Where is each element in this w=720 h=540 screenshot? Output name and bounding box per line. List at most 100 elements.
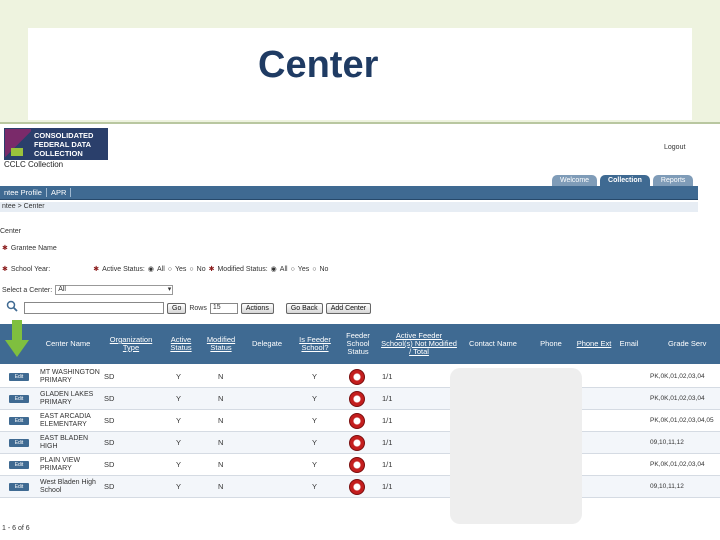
required-mark: ✱ xyxy=(208,266,215,273)
logo-line: CONSOLIDATED xyxy=(34,131,94,140)
status-icon[interactable] xyxy=(349,413,365,429)
radio-modified-no[interactable]: ○ xyxy=(312,266,316,273)
add-center-button[interactable]: Add Center xyxy=(325,302,372,314)
col-center-name[interactable]: Center Name xyxy=(38,324,98,364)
status-icon[interactable] xyxy=(349,457,365,473)
cell-modified-status: N xyxy=(218,438,224,447)
app-screenshot: CONSOLIDATED FEDERAL DATA COLLECTION CCL… xyxy=(0,122,720,540)
radio-active-all[interactable]: ◉ xyxy=(148,265,154,273)
cell-modified-status: N xyxy=(218,416,224,425)
cell-center-name: MT WASHINGTON PRIMARY xyxy=(40,369,100,384)
cell-is-feeder-school: Y xyxy=(312,394,318,403)
rows-select[interactable]: 15 xyxy=(209,302,238,314)
go-back-button[interactable]: Go Back xyxy=(285,302,323,314)
cell-active-status: Y xyxy=(176,460,182,469)
nav-grantee-profile[interactable]: ntee Profile xyxy=(0,188,47,197)
cell-active-status: Y xyxy=(176,416,182,425)
navbar: ntee Profile APR xyxy=(0,186,698,200)
table-row: Edit PLAIN VIEW PRIMARY SD Y N Y 1/1 PK,0K,01,0… xyxy=(0,454,720,476)
tab-welcome[interactable]: Welcome xyxy=(552,175,598,186)
option-label: Yes xyxy=(174,265,187,273)
col-email[interactable]: Email xyxy=(612,324,646,364)
cell-feeder-ratio: 1/1 xyxy=(382,416,393,425)
cell-modified-status: N xyxy=(218,394,224,403)
edit-button[interactable]: Edit xyxy=(9,439,29,447)
edit-button[interactable]: Edit xyxy=(9,417,29,425)
top-tabs: Welcome Collection Reports xyxy=(552,175,694,186)
breadcrumb: ntee > Center xyxy=(0,202,698,212)
option-label: All xyxy=(279,265,288,273)
cell-grade-serv: 09,10,11,12 xyxy=(650,439,684,446)
status-icon[interactable] xyxy=(349,369,365,385)
cell-center-name: West Bladen High School xyxy=(40,479,96,494)
cell-organization-type: SD xyxy=(104,394,115,403)
search-input[interactable] xyxy=(24,302,164,314)
col-grade-serv[interactable]: Grade Serv xyxy=(668,324,720,364)
col-phone[interactable]: Phone xyxy=(530,324,572,364)
cell-organization-type: SD xyxy=(104,416,115,425)
col-active-status[interactable]: Active Status xyxy=(163,324,199,364)
tab-reports[interactable]: Reports xyxy=(652,175,694,186)
edit-button[interactable]: Edit xyxy=(9,373,29,381)
cell-center-name: PLAIN VIEW PRIMARY xyxy=(40,457,81,472)
cell-grade-serv: PK,0K,01,02,03,04 xyxy=(650,373,705,380)
edit-button[interactable]: Edit xyxy=(9,483,29,491)
cell-feeder-ratio: 1/1 xyxy=(382,482,393,491)
select-center-dropdown[interactable]: All xyxy=(55,285,174,295)
redacted-contact-area xyxy=(450,368,582,524)
cell-active-status: Y xyxy=(176,482,182,491)
modified-status-label: Modified Status: xyxy=(217,265,268,273)
cell-feeder-ratio: 1/1 xyxy=(382,460,393,469)
status-icon[interactable] xyxy=(349,479,365,495)
radio-active-no[interactable]: ○ xyxy=(189,266,193,273)
cell-feeder-ratio: 1/1 xyxy=(382,438,393,447)
rows-label: Rows xyxy=(189,304,207,312)
cell-is-feeder-school: Y xyxy=(312,460,318,469)
col-organization-type[interactable]: Organization Type xyxy=(102,324,160,364)
table-body: Edit MT WASHINGTON PRIMARY SD Y N Y 1/1 PK,0K,0… xyxy=(0,366,720,524)
school-year-label: School Year: xyxy=(10,265,51,273)
cell-center-name: EAST ARCADIA ELEMENTARY xyxy=(40,413,91,428)
grantee-name-label: Grantee Name xyxy=(10,244,57,252)
nav-apr[interactable]: APR xyxy=(47,188,72,197)
tab-collection[interactable]: Collection xyxy=(600,175,650,186)
go-button[interactable]: Go xyxy=(167,302,187,314)
grantee-name-row: ✱ Grantee Name xyxy=(2,244,57,253)
status-icon[interactable] xyxy=(349,435,365,451)
actions-button[interactable]: Actions xyxy=(240,302,274,314)
col-modified-status[interactable]: Modified Status xyxy=(200,324,242,364)
col-feeder-school-status[interactable]: Feeder School Status xyxy=(340,324,376,364)
cell-grade-serv: 09,10,11,12 xyxy=(650,483,684,490)
cell-is-feeder-school: Y xyxy=(312,438,318,447)
radio-modified-all[interactable]: ◉ xyxy=(271,265,277,273)
table-row: Edit West Bladen High School SD Y N Y 1/1 09,10… xyxy=(0,476,720,498)
cell-is-feeder-school: Y xyxy=(312,372,318,381)
radio-active-yes[interactable]: ○ xyxy=(168,266,172,273)
logo-icon xyxy=(5,129,31,159)
logo-line: COLLECTION xyxy=(34,149,83,158)
col-phone-ext[interactable]: Phone Ext xyxy=(576,324,612,364)
select-center-row: Select a Center: All xyxy=(2,285,174,295)
col-contact-name[interactable]: Contact Name xyxy=(460,324,526,364)
table-header: Center Name Organization Type Active Sta… xyxy=(0,324,720,364)
filter-row: ✱ School Year: ✱ Active Status: ◉ All ○ Ye… xyxy=(2,265,328,274)
edit-button[interactable]: Edit xyxy=(9,395,29,403)
col-is-feeder-school[interactable]: Is Feeder School? xyxy=(292,324,338,364)
section-title: Center xyxy=(0,228,22,235)
cell-modified-status: N xyxy=(218,460,224,469)
magnifier-icon[interactable] xyxy=(6,300,18,312)
cell-is-feeder-school: Y xyxy=(312,482,318,491)
cell-active-status: Y xyxy=(176,372,182,381)
col-delegate[interactable]: Delegate xyxy=(244,324,290,364)
cell-organization-type: SD xyxy=(104,438,115,447)
cell-is-feeder-school: Y xyxy=(312,416,318,425)
edit-button[interactable]: Edit xyxy=(9,461,29,469)
cell-active-status: Y xyxy=(176,438,182,447)
col-active-feeder-schools[interactable]: Active Feeder School(s) Not Modified / T… xyxy=(380,324,458,364)
radio-modified-yes[interactable]: ○ xyxy=(291,266,295,273)
required-mark: ✱ xyxy=(2,266,8,273)
status-icon[interactable] xyxy=(349,391,365,407)
table-row: Edit EAST BLADEN HIGH SD Y N Y 1/1 09,10,11,12 xyxy=(0,432,720,454)
logout-link[interactable]: Logout xyxy=(664,144,685,151)
cell-feeder-ratio: 1/1 xyxy=(382,394,393,403)
